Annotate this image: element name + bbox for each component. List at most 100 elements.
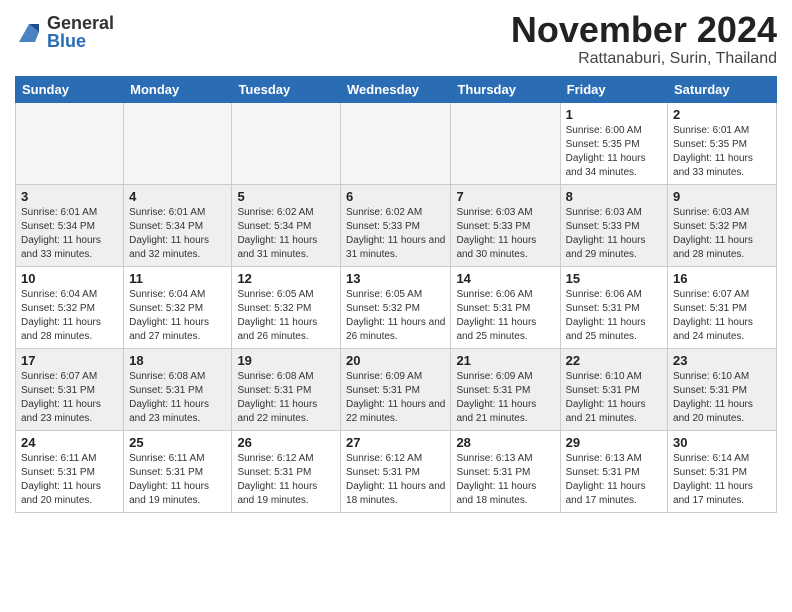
day-number: 16 xyxy=(673,271,771,286)
day-info: Sunrise: 6:10 AM Sunset: 5:31 PM Dayligh… xyxy=(566,370,662,426)
header-monday: Monday xyxy=(124,76,232,102)
calendar-cell: 28Sunrise: 6:13 AM Sunset: 5:31 PM Dayli… xyxy=(451,430,560,512)
day-number: 21 xyxy=(456,353,554,368)
day-info: Sunrise: 6:03 AM Sunset: 5:32 PM Dayligh… xyxy=(673,206,771,262)
calendar-cell: 22 Sunrise: 6:10 AM Sunset: 5:31 PM Dayli… xyxy=(560,348,667,430)
calendar-table: Sunday Monday Tuesday Wednesday Thursday… xyxy=(15,76,777,513)
calendar-row-5: 24Sunrise: 6:11 AM Sunset: 5:31 PM Dayli… xyxy=(16,430,777,512)
calendar-cell xyxy=(16,102,124,184)
day-number: 17 xyxy=(21,353,118,368)
day-number: 23 xyxy=(673,353,771,368)
day-info: Sunrise: 6:05 AM Sunset: 5:32 PM Dayligh… xyxy=(346,288,445,344)
logo-text: General Blue xyxy=(47,14,114,50)
calendar-row-3: 10 Sunrise: 6:04 AM Sunset: 5:32 PM Dayli… xyxy=(16,266,777,348)
day-number: 20 xyxy=(346,353,445,368)
day-info: Sunrise: 6:02 AM Sunset: 5:33 PM Dayligh… xyxy=(346,206,445,262)
day-info: Sunrise: 6:09 AM Sunset: 5:31 PM Dayligh… xyxy=(346,370,445,426)
header-sunday: Sunday xyxy=(16,76,124,102)
logo: General Blue xyxy=(15,14,114,50)
day-info: Sunrise: 6:01 AM Sunset: 5:34 PM Dayligh… xyxy=(21,206,118,262)
calendar-cell: 1 Sunrise: 6:00 AM Sunset: 5:35 PM Daylig… xyxy=(560,102,667,184)
calendar-cell: 29 Sunrise: 6:13 AM Sunset: 5:31 PM Dayli… xyxy=(560,430,667,512)
calendar-cell: 25Sunrise: 6:11 AM Sunset: 5:31 PM Dayli… xyxy=(124,430,232,512)
calendar-cell: 18 Sunrise: 6:08 AM Sunset: 5:31 PM Dayli… xyxy=(124,348,232,430)
calendar-cell xyxy=(124,102,232,184)
calendar-row-1: 1 Sunrise: 6:00 AM Sunset: 5:35 PM Daylig… xyxy=(16,102,777,184)
calendar-page: General Blue November 2024 Rattanaburi, … xyxy=(0,0,792,612)
day-info: Sunrise: 6:07 AM Sunset: 5:31 PM Dayligh… xyxy=(673,288,771,344)
day-info: Sunrise: 6:02 AM Sunset: 5:34 PM Dayligh… xyxy=(237,206,335,262)
day-number: 4 xyxy=(129,189,226,204)
calendar-cell: 21 Sunrise: 6:09 AM Sunset: 5:31 PM Dayli… xyxy=(451,348,560,430)
calendar-cell: 12Sunrise: 6:05 AM Sunset: 5:32 PM Dayli… xyxy=(232,266,341,348)
day-info: Sunrise: 6:03 AM Sunset: 5:33 PM Dayligh… xyxy=(566,206,662,262)
day-number: 13 xyxy=(346,271,445,286)
day-number: 12 xyxy=(237,271,335,286)
calendar-cell: 16 Sunrise: 6:07 AM Sunset: 5:31 PM Dayli… xyxy=(668,266,777,348)
day-number: 22 xyxy=(566,353,662,368)
day-info: Sunrise: 6:07 AM Sunset: 5:31 PM Dayligh… xyxy=(21,370,118,426)
day-info: Sunrise: 6:14 AM Sunset: 5:31 PM Dayligh… xyxy=(673,452,771,508)
day-info: Sunrise: 6:04 AM Sunset: 5:32 PM Dayligh… xyxy=(129,288,226,344)
calendar-cell xyxy=(341,102,451,184)
header-friday: Friday xyxy=(560,76,667,102)
calendar-cell: 7 Sunrise: 6:03 AM Sunset: 5:33 PM Daylig… xyxy=(451,184,560,266)
month-title: November 2024 xyxy=(511,10,777,50)
day-number: 14 xyxy=(456,271,554,286)
location: Rattanaburi, Surin, Thailand xyxy=(511,50,777,68)
calendar-cell: 10 Sunrise: 6:04 AM Sunset: 5:32 PM Dayli… xyxy=(16,266,124,348)
calendar-row-4: 17 Sunrise: 6:07 AM Sunset: 5:31 PM Dayli… xyxy=(16,348,777,430)
day-number: 25 xyxy=(129,435,226,450)
day-number: 8 xyxy=(566,189,662,204)
calendar-cell: 26 Sunrise: 6:12 AM Sunset: 5:31 PM Dayli… xyxy=(232,430,341,512)
day-number: 18 xyxy=(129,353,226,368)
day-info: Sunrise: 6:03 AM Sunset: 5:33 PM Dayligh… xyxy=(456,206,554,262)
calendar-cell: 17 Sunrise: 6:07 AM Sunset: 5:31 PM Dayli… xyxy=(16,348,124,430)
calendar-cell: 11 Sunrise: 6:04 AM Sunset: 5:32 PM Dayli… xyxy=(124,266,232,348)
day-info: Sunrise: 6:00 AM Sunset: 5:35 PM Dayligh… xyxy=(566,124,662,180)
weekday-header-row: Sunday Monday Tuesday Wednesday Thursday… xyxy=(16,76,777,102)
day-number: 1 xyxy=(566,107,662,122)
header-wednesday: Wednesday xyxy=(341,76,451,102)
calendar-cell xyxy=(451,102,560,184)
day-number: 29 xyxy=(566,435,662,450)
calendar-cell: 24Sunrise: 6:11 AM Sunset: 5:31 PM Dayli… xyxy=(16,430,124,512)
logo-blue: Blue xyxy=(47,32,114,50)
header-saturday: Saturday xyxy=(668,76,777,102)
day-info: Sunrise: 6:06 AM Sunset: 5:31 PM Dayligh… xyxy=(566,288,662,344)
calendar-cell: 23 Sunrise: 6:10 AM Sunset: 5:31 PM Dayli… xyxy=(668,348,777,430)
day-info: Sunrise: 6:13 AM Sunset: 5:31 PM Dayligh… xyxy=(566,452,662,508)
day-info: Sunrise: 6:12 AM Sunset: 5:31 PM Dayligh… xyxy=(237,452,335,508)
calendar-cell: 19 Sunrise: 6:08 AM Sunset: 5:31 PM Dayli… xyxy=(232,348,341,430)
logo-general: General xyxy=(47,14,114,32)
day-number: 26 xyxy=(237,435,335,450)
calendar-cell: 6 Sunrise: 6:02 AM Sunset: 5:33 PM Daylig… xyxy=(341,184,451,266)
calendar-cell: 20 Sunrise: 6:09 AM Sunset: 5:31 PM Dayli… xyxy=(341,348,451,430)
day-number: 28 xyxy=(456,435,554,450)
day-number: 27 xyxy=(346,435,445,450)
day-number: 2 xyxy=(673,107,771,122)
day-number: 6 xyxy=(346,189,445,204)
day-info: Sunrise: 6:08 AM Sunset: 5:31 PM Dayligh… xyxy=(129,370,226,426)
page-header: General Blue November 2024 Rattanaburi, … xyxy=(15,10,777,68)
calendar-cell: 4 Sunrise: 6:01 AM Sunset: 5:34 PM Daylig… xyxy=(124,184,232,266)
day-number: 9 xyxy=(673,189,771,204)
day-number: 10 xyxy=(21,271,118,286)
day-number: 11 xyxy=(129,271,226,286)
day-info: Sunrise: 6:08 AM Sunset: 5:31 PM Dayligh… xyxy=(237,370,335,426)
day-number: 7 xyxy=(456,189,554,204)
day-info: Sunrise: 6:01 AM Sunset: 5:34 PM Dayligh… xyxy=(129,206,226,262)
day-info: Sunrise: 6:09 AM Sunset: 5:31 PM Dayligh… xyxy=(456,370,554,426)
calendar-cell: 15Sunrise: 6:06 AM Sunset: 5:31 PM Dayli… xyxy=(560,266,667,348)
day-info: Sunrise: 6:10 AM Sunset: 5:31 PM Dayligh… xyxy=(673,370,771,426)
calendar-cell xyxy=(232,102,341,184)
calendar-cell: 27Sunrise: 6:12 AM Sunset: 5:31 PM Dayli… xyxy=(341,430,451,512)
day-info: Sunrise: 6:01 AM Sunset: 5:35 PM Dayligh… xyxy=(673,124,771,180)
day-info: Sunrise: 6:06 AM Sunset: 5:31 PM Dayligh… xyxy=(456,288,554,344)
calendar-cell: 3Sunrise: 6:01 AM Sunset: 5:34 PM Daylig… xyxy=(16,184,124,266)
calendar-cell: 2 Sunrise: 6:01 AM Sunset: 5:35 PM Daylig… xyxy=(668,102,777,184)
day-info: Sunrise: 6:04 AM Sunset: 5:32 PM Dayligh… xyxy=(21,288,118,344)
day-number: 19 xyxy=(237,353,335,368)
day-number: 30 xyxy=(673,435,771,450)
day-number: 5 xyxy=(237,189,335,204)
